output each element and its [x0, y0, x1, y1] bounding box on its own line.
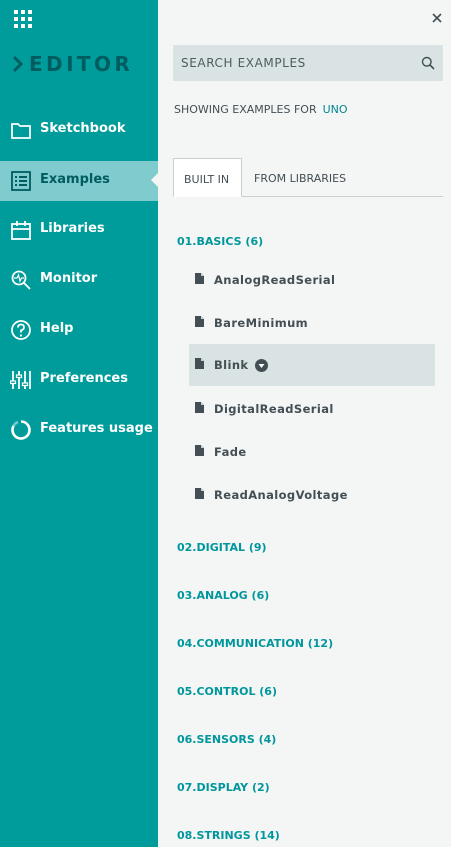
sidebar-item-label: Libraries — [40, 221, 105, 236]
file-icon — [195, 488, 204, 499]
sidebar: EDITOR Sketchbook Examples Libraries Mon… — [0, 0, 158, 847]
example-label: AnalogReadSerial — [214, 273, 336, 287]
example-item[interactable]: Fade — [189, 431, 435, 473]
folder-display[interactable]: 07.DISPLAY (2) — [177, 781, 270, 794]
sidebar-item-help[interactable]: Help — [0, 310, 158, 350]
active-indicator — [151, 173, 158, 187]
folder-digital[interactable]: 02.DIGITAL (9) — [177, 541, 267, 554]
sidebar-item-label: Help — [40, 321, 74, 336]
example-label: DigitalReadSerial — [214, 402, 334, 416]
chevron-right-icon — [12, 55, 24, 73]
sidebar-item-libraries[interactable]: Libraries — [0, 210, 158, 250]
monitor-icon — [11, 270, 31, 290]
file-icon — [195, 273, 204, 284]
search-input[interactable]: SEARCH EXAMPLES — [173, 45, 443, 81]
folder-analog[interactable]: 03.ANALOG (6) — [177, 589, 269, 602]
file-icon — [195, 358, 204, 369]
sidebar-item-label: Monitor — [40, 271, 98, 286]
board-link[interactable]: UNO — [323, 103, 348, 116]
example-label: ReadAnalogVoltage — [214, 488, 348, 502]
example-label: Fade — [214, 445, 247, 459]
sidebar-item-features-usage[interactable]: Features usage — [0, 410, 158, 450]
sidebar-item-sketchbook[interactable]: Sketchbook — [0, 110, 158, 150]
tab-label: BUILT IN — [184, 173, 230, 186]
brand-logo: EDITOR — [12, 52, 133, 76]
dropdown-icon[interactable] — [255, 359, 268, 372]
brand-title: EDITOR — [29, 52, 134, 76]
example-item[interactable]: BareMinimum — [189, 302, 435, 344]
file-icon — [195, 316, 204, 327]
usage-icon — [11, 420, 31, 440]
folder-basics[interactable]: 01.BASICS (6) — [177, 235, 263, 248]
close-icon[interactable] — [430, 11, 444, 25]
list-icon — [11, 171, 31, 191]
board-filter: SHOWING EXAMPLES FOR UNO — [174, 103, 348, 116]
sidebar-item-monitor[interactable]: Monitor — [0, 260, 158, 300]
apps-grid-icon[interactable] — [14, 10, 32, 28]
sidebar-item-preferences[interactable]: Preferences — [0, 360, 158, 400]
tab-label: FROM LIBRARIES — [254, 172, 347, 185]
folder-sensors[interactable]: 06.SENSORS (4) — [177, 733, 276, 746]
sidebar-item-label: Features usage — [40, 421, 153, 436]
sliders-icon — [10, 371, 31, 389]
example-item[interactable]: AnalogReadSerial — [189, 259, 435, 301]
help-icon — [11, 320, 31, 340]
example-item[interactable]: DigitalReadSerial — [189, 388, 435, 430]
search-icon[interactable] — [421, 56, 435, 70]
showing-label: SHOWING EXAMPLES FOR — [174, 103, 317, 116]
tab-built-in[interactable]: BUILT IN — [173, 158, 242, 197]
sidebar-item-examples[interactable]: Examples — [0, 161, 158, 201]
folder-communication[interactable]: 04.COMMUNICATION (12) — [177, 637, 333, 650]
tab-from-libraries[interactable]: FROM LIBRARIES — [242, 158, 362, 197]
sidebar-item-label: Preferences — [40, 371, 128, 386]
sidebar-item-label: Sketchbook — [40, 121, 126, 136]
example-item[interactable]: ReadAnalogVoltage — [189, 474, 435, 516]
sidebar-item-label: Examples — [40, 172, 110, 187]
file-icon — [195, 445, 204, 456]
file-icon — [195, 402, 204, 413]
folder-control[interactable]: 05.CONTROL (6) — [177, 685, 277, 698]
example-label: BareMinimum — [214, 316, 309, 330]
libraries-icon — [11, 221, 31, 240]
example-item-selected[interactable]: Blink — [189, 344, 435, 386]
example-label: Blink — [214, 358, 249, 372]
search-placeholder: SEARCH EXAMPLES — [181, 56, 306, 70]
folder-icon — [11, 123, 31, 139]
folder-strings[interactable]: 08.STRINGS (14) — [177, 829, 280, 842]
